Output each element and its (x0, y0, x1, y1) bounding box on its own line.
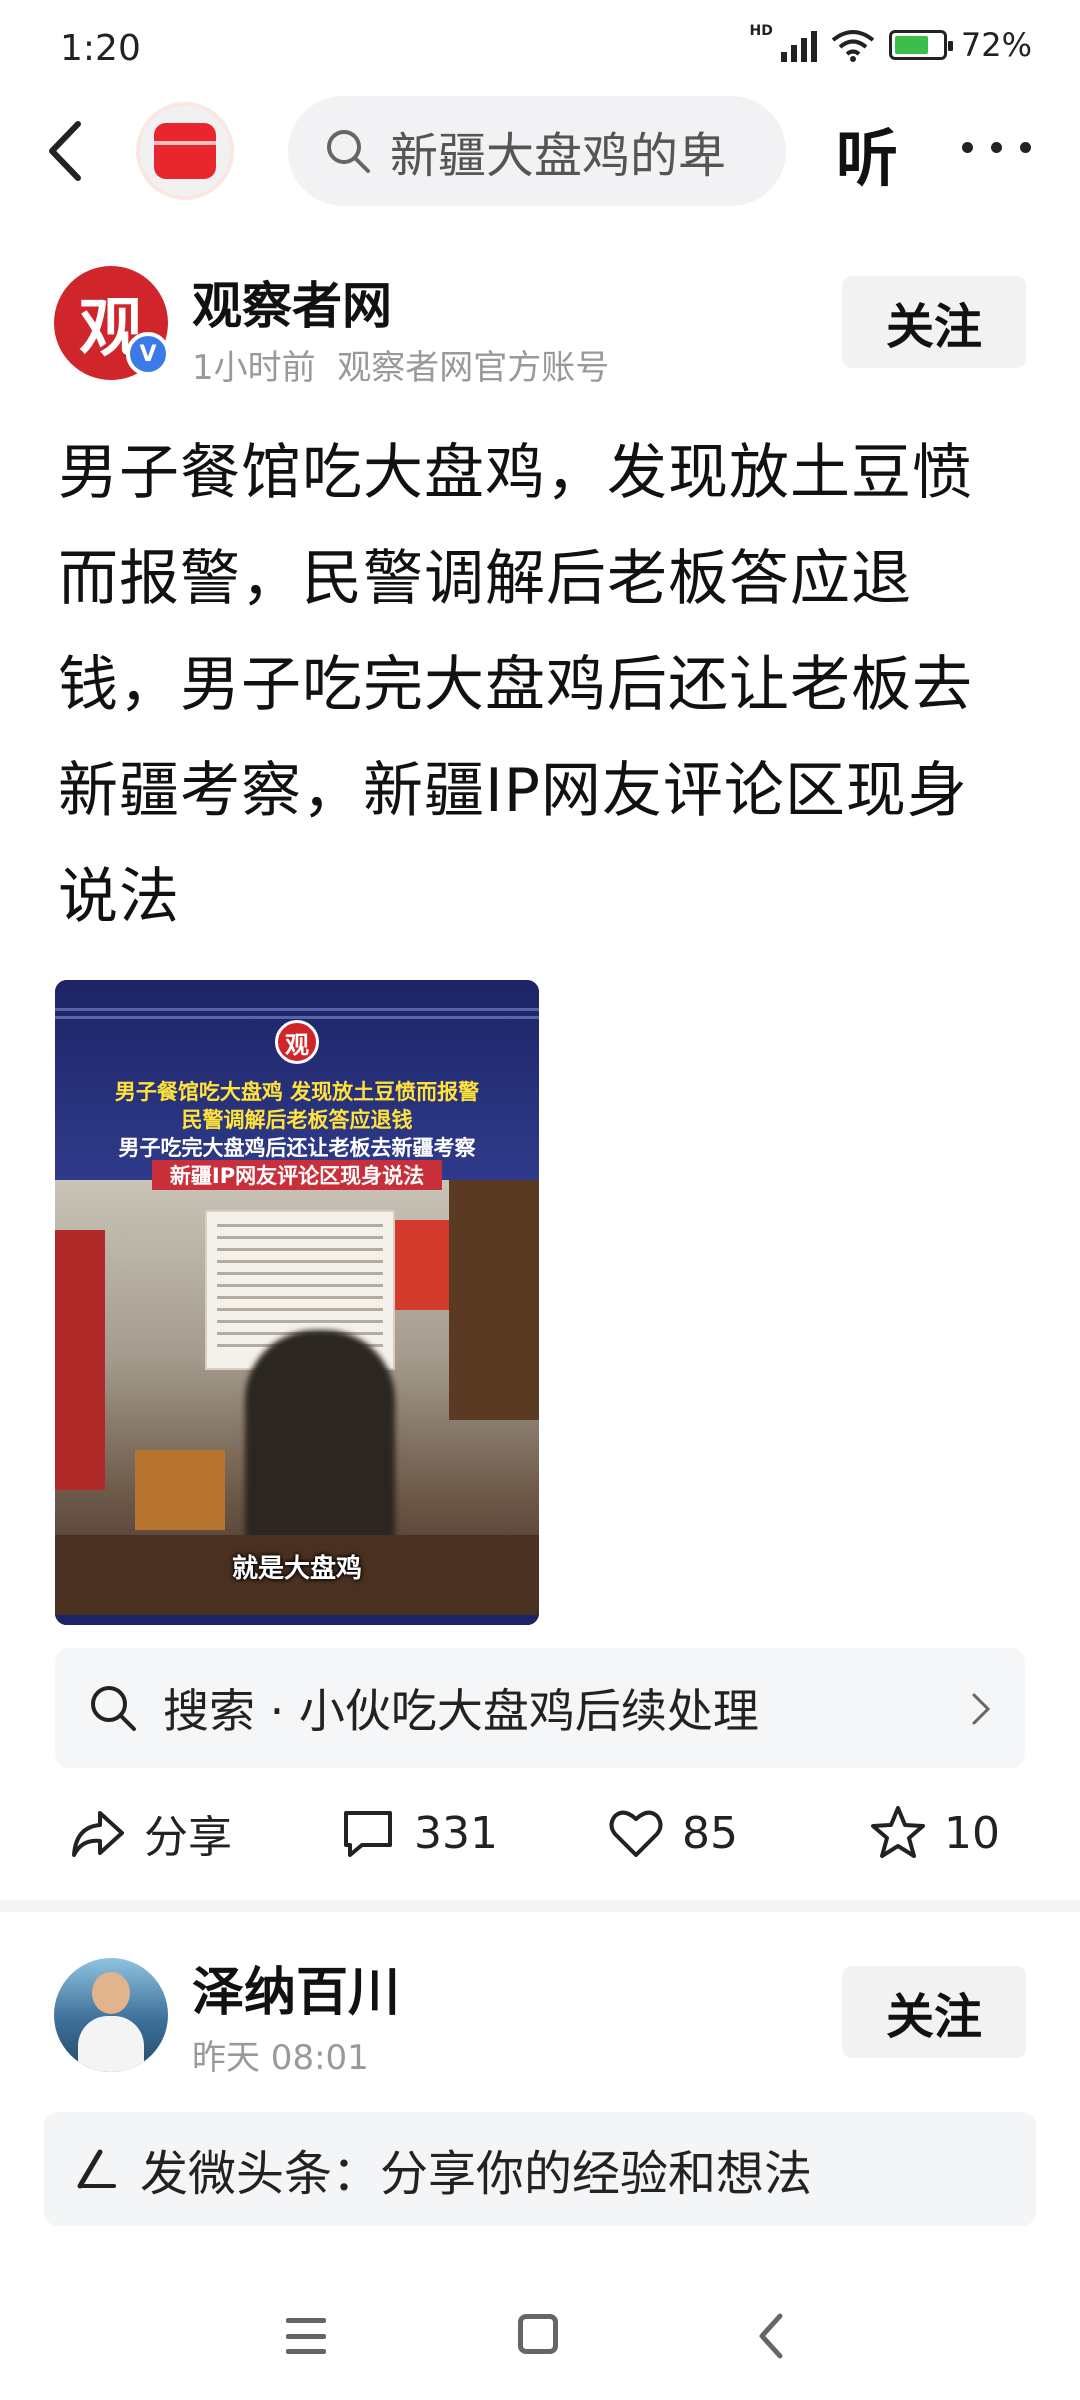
system-nav-bar (0, 2290, 1080, 2400)
pen-icon (77, 2149, 116, 2189)
favorite-icon (871, 1806, 925, 1858)
related-search-text: 搜索 · 小伙吃大盘鸡后续处理 (163, 1684, 759, 1738)
nav-back-icon[interactable] (756, 2312, 786, 2360)
share-icon (72, 1811, 124, 1857)
image-caption-line: 男子吃完大盘鸡后还让老板去新疆考察 (118, 1136, 476, 1160)
status-bar: 1:20 HD 72% (0, 0, 1080, 96)
author-meta: 1小时前 观察者网官方账号 (192, 340, 609, 389)
post-time: 昨天 08:01 (192, 2038, 369, 2078)
follow-button[interactable]: 关注 (842, 276, 1026, 368)
app-logo-icon (154, 123, 216, 179)
post-author: 观 V 观察者网 1小时前 观察者网官方账号 关注 (54, 264, 1026, 388)
author-name[interactable]: 泽纳百川 (192, 1950, 400, 2025)
favorite-button[interactable]: 10 (868, 1798, 1000, 1868)
nav-menu-icon[interactable] (286, 2318, 326, 2354)
search-icon (327, 130, 370, 173)
image-caption-line: 男子餐馆吃大盘鸡 发现放土豆愤而报警 (114, 1080, 480, 1104)
verified-icon: V (126, 332, 170, 376)
image-subtitle: 就是大盘鸡 (231, 1554, 362, 1584)
avatar[interactable] (54, 1958, 168, 2072)
divider (0, 1900, 1080, 1912)
image-logo: 观 (275, 1020, 319, 1064)
like-button[interactable]: 85 (606, 1798, 738, 1868)
author-name[interactable]: 观察者网 (192, 266, 392, 338)
comment-count: 331 (414, 1807, 498, 1859)
listen-button[interactable]: 听 (836, 108, 898, 198)
battery-percent: 72% (960, 26, 1032, 64)
favorite-count: 10 (944, 1807, 1000, 1859)
post-headline[interactable]: 男子餐馆吃大盘鸡，发现放土豆愤而报警，民警调解后老板答应退钱，男子吃完大盘鸡后还… (58, 420, 998, 950)
search-icon (91, 1686, 136, 1731)
related-search[interactable]: 搜索 · 小伙吃大盘鸡后续处理 (55, 1648, 1025, 1768)
signal-icon (780, 28, 817, 62)
follow-button[interactable]: 关注 (842, 1966, 1026, 2058)
author-description: 观察者网官方账号 (337, 348, 610, 388)
top-bar: 新疆大盘鸡的卑 听 (0, 96, 1080, 206)
image-caption-line: 民警调解后老板答应退钱 (181, 1108, 413, 1132)
chevron-right-icon (972, 1693, 991, 1725)
search-query: 新疆大盘鸡的卑 (390, 128, 727, 184)
search-box[interactable]: 新疆大盘鸡的卑 (288, 96, 786, 206)
post-image[interactable]: 观 男子餐馆吃大盘鸡 发现放土豆愤而报警 民警调解后老板答应退钱 男子吃完大盘鸡… (55, 980, 539, 1625)
back-icon[interactable] (40, 118, 100, 184)
status-icons: HD 72% (749, 23, 1032, 64)
like-count: 85 (682, 1807, 738, 1859)
post-time: 1小时前 (192, 348, 316, 388)
app-logo[interactable] (136, 102, 234, 200)
status-time: 1:20 (60, 28, 141, 69)
next-post-author: 泽纳百川 昨天 08:01 关注 (54, 1950, 1026, 2080)
wifi-icon (831, 30, 875, 62)
compose-bar[interactable]: 发微头条：分享你的经验和想法 (44, 2112, 1036, 2226)
network-hd-label: HD (749, 23, 773, 39)
battery-icon (888, 30, 953, 60)
share-button[interactable]: 分享 (68, 1798, 232, 1868)
image-caption-line: 新疆IP网友评论区现身说法 (55, 1160, 539, 1190)
compose-placeholder: 发微头条：分享你的经验和想法 (140, 2146, 813, 2202)
post-actions: 分享 331 85 10 (0, 1782, 1080, 1882)
comment-icon (344, 1811, 392, 1857)
share-label: 分享 (144, 1812, 232, 1863)
comment-button[interactable]: 331 (338, 1798, 498, 1868)
nav-home-icon[interactable] (518, 2314, 558, 2354)
like-icon (609, 1810, 663, 1857)
more-icon[interactable] (962, 142, 1031, 153)
